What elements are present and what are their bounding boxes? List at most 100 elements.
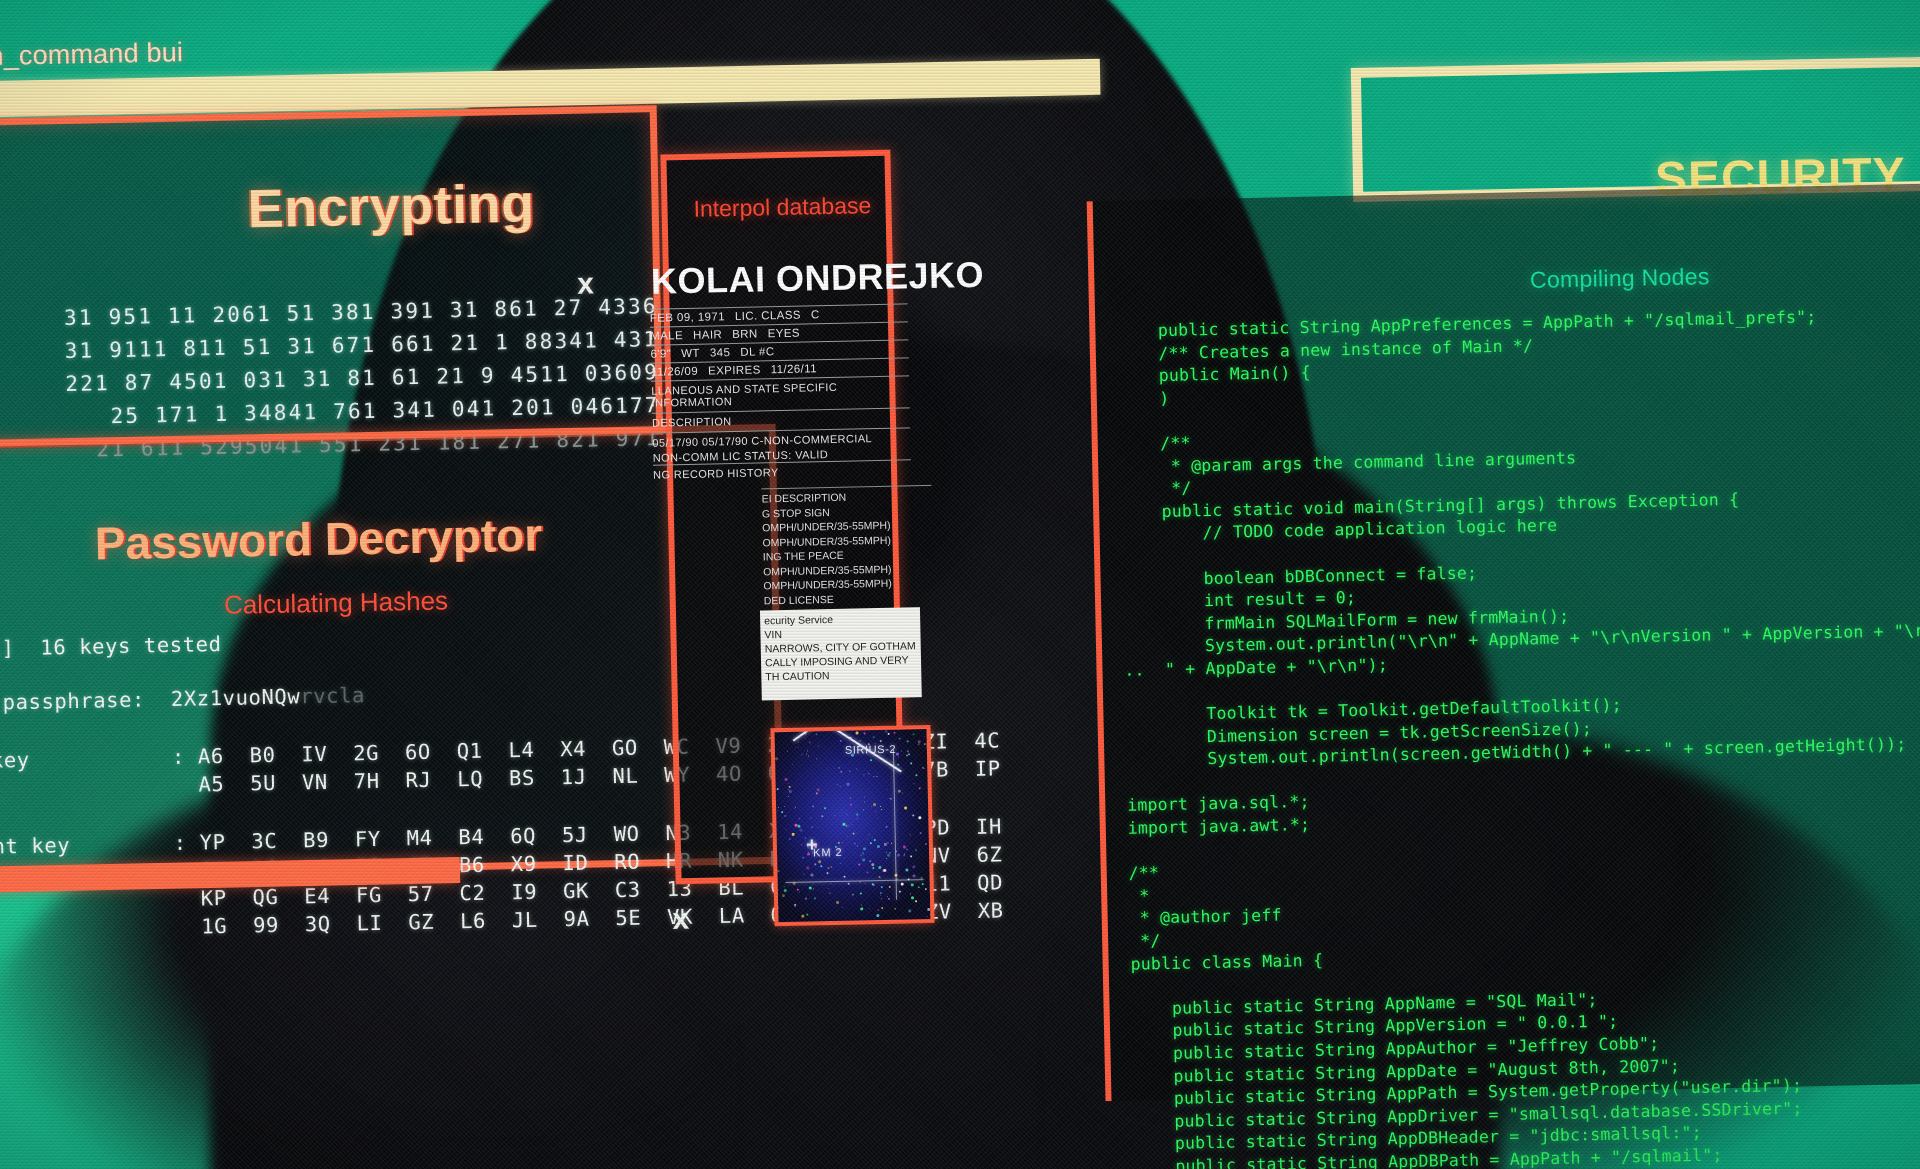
map-pixel bbox=[806, 750, 808, 752]
map-pixel bbox=[897, 789, 901, 793]
map-pixel bbox=[847, 882, 850, 885]
map-pixel bbox=[918, 786, 921, 789]
sex-value: MALE bbox=[650, 330, 684, 343]
map-pixel bbox=[876, 775, 878, 777]
map-pixel bbox=[925, 843, 928, 846]
map-pixel bbox=[867, 773, 869, 775]
map-pixel bbox=[828, 888, 830, 890]
encrypting-window[interactable]: Encrypting x 31 951 11 2061 51 381 391 3… bbox=[0, 105, 664, 461]
map-pixel bbox=[777, 869, 780, 872]
map-pixel bbox=[850, 823, 852, 825]
map-pixel bbox=[793, 807, 795, 809]
map-pixel bbox=[830, 866, 833, 869]
map-pixel bbox=[901, 792, 903, 794]
map-pixel bbox=[906, 750, 909, 753]
map-pixel bbox=[888, 851, 891, 854]
map-pixel bbox=[813, 897, 816, 900]
map-pixel bbox=[870, 841, 873, 844]
map-pixel bbox=[878, 875, 881, 878]
map-pixel bbox=[915, 900, 918, 903]
map-pixel bbox=[868, 833, 870, 835]
source-code-text: public static String AppPreferences = Ap… bbox=[1117, 303, 1920, 1169]
map-pixel bbox=[838, 767, 841, 770]
map-pixel bbox=[849, 803, 852, 806]
eyes-label: EYES bbox=[767, 327, 801, 341]
map-pixel bbox=[839, 739, 842, 742]
map-pixel bbox=[797, 817, 800, 820]
map-pixel bbox=[841, 841, 843, 843]
map-pixel bbox=[826, 768, 828, 770]
map-pixel bbox=[811, 826, 813, 828]
map-pixel bbox=[855, 733, 857, 735]
map-pixel bbox=[812, 883, 814, 885]
interpol-database-window[interactable]: Interpol database KOLAI ONDREJKO FEB 09,… bbox=[649, 149, 984, 927]
map-pixel bbox=[918, 816, 922, 820]
map-pixel bbox=[880, 809, 882, 811]
map-pixel bbox=[816, 825, 818, 827]
map-pixel bbox=[912, 733, 915, 736]
map-pixel bbox=[893, 907, 896, 910]
map-pixel bbox=[859, 854, 862, 857]
screen-capture: uth_command bui Encrypting x 31 951 11 2… bbox=[0, 0, 1920, 1169]
map-pixel bbox=[852, 832, 855, 835]
map-pixel bbox=[856, 817, 859, 820]
map-pixel bbox=[860, 904, 862, 906]
map-pixel bbox=[901, 750, 903, 752]
satellite-map-thumbnail[interactable]: SIRIUS-2 KM 2 bbox=[770, 724, 935, 927]
map-pixel bbox=[849, 770, 851, 772]
map-pixel bbox=[862, 847, 866, 851]
map-pixel bbox=[850, 797, 852, 799]
map-pixel bbox=[847, 835, 849, 837]
map-pixel bbox=[886, 842, 889, 845]
hair-label: HAIR bbox=[692, 329, 723, 342]
map-pixel bbox=[924, 888, 927, 891]
map-pixel bbox=[798, 891, 800, 893]
map-pixel bbox=[820, 865, 823, 868]
hair-value: BRN bbox=[732, 328, 758, 342]
issue-date-value: 11/26/09 bbox=[650, 365, 699, 379]
map-pixel bbox=[915, 849, 918, 852]
map-pixel bbox=[801, 915, 805, 919]
map-pixel bbox=[863, 796, 865, 798]
map-pixel bbox=[816, 788, 820, 792]
map-pixel bbox=[891, 842, 893, 844]
decryptor-console-output: 00:01] 16 keys tested rent passphrase: 2X… bbox=[0, 619, 1004, 946]
map-pixel bbox=[909, 834, 911, 836]
map-pixel bbox=[791, 832, 795, 836]
map-pixel bbox=[840, 862, 842, 864]
map-pixel bbox=[859, 907, 863, 911]
map-pixel bbox=[912, 865, 916, 869]
map-pixel bbox=[879, 806, 881, 808]
map-pixel bbox=[878, 865, 882, 869]
map-pixel bbox=[910, 883, 914, 887]
map-pixel bbox=[793, 904, 796, 907]
map-pixel bbox=[803, 873, 805, 875]
map-pixel bbox=[888, 897, 891, 900]
map-pixel bbox=[840, 770, 843, 773]
map-pixel bbox=[877, 817, 879, 819]
map-pixel bbox=[823, 806, 826, 809]
map-pixel bbox=[799, 828, 803, 832]
map-pixel bbox=[818, 745, 820, 747]
map-pixel bbox=[797, 888, 800, 891]
map-pixel bbox=[924, 767, 926, 769]
lic-class-value: C bbox=[810, 309, 820, 322]
map-pixel bbox=[862, 852, 865, 855]
map-pixel bbox=[844, 857, 846, 859]
map-pixel bbox=[910, 855, 913, 858]
interpol-database-title: Interpol database bbox=[693, 192, 872, 222]
command-filename-label: uth_command bui bbox=[0, 37, 184, 72]
map-pixel bbox=[784, 777, 788, 781]
map-pixel bbox=[787, 783, 789, 785]
map-pixel bbox=[806, 913, 809, 916]
map-pixel bbox=[795, 746, 797, 748]
expires-label: EXPIRES bbox=[707, 364, 761, 378]
map-pixel bbox=[885, 858, 887, 860]
current-passphrase-line: rent passphrase: 2Xz1vuoNQwrvcla bbox=[2, 683, 366, 715]
map-pixel bbox=[887, 895, 889, 897]
map-pixel bbox=[846, 814, 848, 816]
map-pixel bbox=[809, 886, 813, 890]
map-pixel bbox=[812, 805, 815, 808]
map-pixel bbox=[826, 872, 829, 875]
map-pixel bbox=[860, 892, 863, 895]
